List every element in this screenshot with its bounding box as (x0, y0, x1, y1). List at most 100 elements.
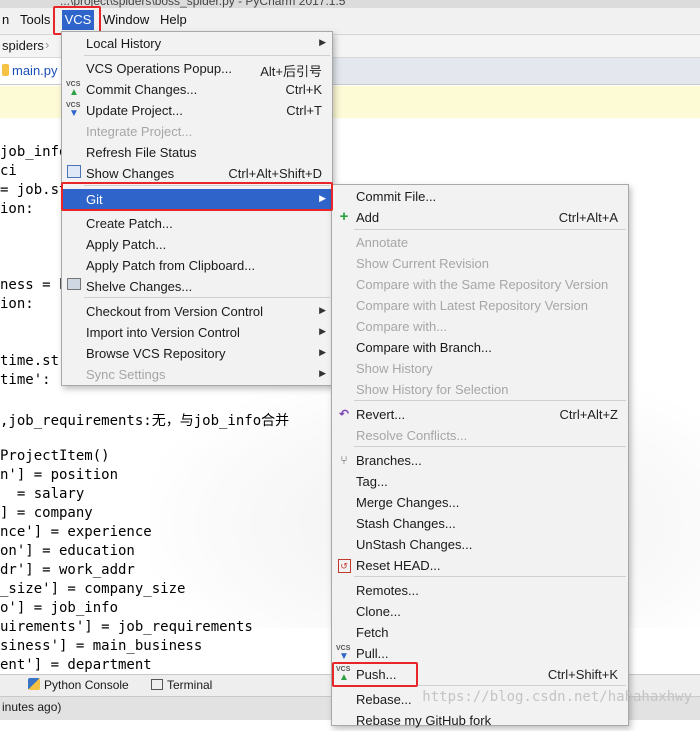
code-line: siness'] = main_business (0, 638, 203, 654)
reset-head-icon: ↺ (336, 557, 352, 573)
terminal-icon (151, 679, 163, 690)
git-item-add[interactable]: + Add Ctrl+Alt+A (332, 207, 628, 228)
vcs-item-checkout-from-version-control[interactable]: Checkout from Version Control ▶ (62, 301, 332, 322)
vcs-commit-icon: VCS ▲ (66, 81, 81, 98)
vcs-item-update-project[interactable]: VCS ▼ Update Project... Ctrl+T (62, 100, 332, 121)
git-item-resolve-conflicts[interactable]: Resolve Conflicts... (332, 425, 628, 446)
vcs-item-show-changes[interactable]: Show Changes Ctrl+Alt+Shift+D (62, 163, 332, 184)
revert-icon: ↶ (338, 407, 350, 421)
code-line: o'] = job_info (0, 600, 119, 616)
git-item-tag[interactable]: Tag... (332, 471, 628, 492)
git-item-shortcut: Ctrl+Alt+A (558, 210, 618, 225)
submenu-arrow-icon: ▶ (319, 368, 326, 378)
vcs-item-label: Create Patch... (86, 216, 173, 231)
menu-navigate-partial[interactable]: n (2, 12, 9, 27)
branches-icon: ⑂ (340, 453, 348, 467)
git-item-label: Branches... (356, 453, 422, 468)
git-item-label: Compare with... (356, 319, 448, 334)
git-item-reset-head[interactable]: ↺ Reset HEAD... (332, 555, 628, 576)
git-item-compare-with-latest-repository-version[interactable]: Compare with Latest Repository Version (332, 295, 628, 316)
git-item-label: Stash Changes... (356, 516, 456, 531)
vcs-item-vcs-operations-popup[interactable]: VCS Operations Popup... Alt+后引号 (62, 58, 332, 79)
git-item-revert[interactable]: ↶ Revert... Ctrl+Alt+Z (332, 404, 628, 425)
git-item-fetch[interactable]: Fetch (332, 622, 628, 643)
tab-main-py[interactable]: main.py (0, 58, 63, 84)
vcs-item-apply-patch-from-clipboard[interactable]: Apply Patch from Clipboard... (62, 255, 332, 276)
git-item-label: Resolve Conflicts... (356, 428, 468, 443)
vcs-item-local-history[interactable]: Local History ▶ (62, 33, 332, 54)
git-item-remotes[interactable]: Remotes... (332, 580, 628, 601)
code-line: ion: (0, 296, 34, 312)
code-line: ProjectItem() (0, 448, 110, 464)
git-item-commit-file[interactable]: Commit File... (332, 186, 628, 207)
vcs-item-commit-changes[interactable]: VCS ▲ Commit Changes... Ctrl+K (62, 79, 332, 100)
git-item-rebase-my-github-fork[interactable]: Rebase my GitHub fork (332, 710, 628, 731)
vcs-item-label: Checkout from Version Control (86, 304, 264, 319)
git-item-pull[interactable]: VCS ▼ Pull... (332, 643, 628, 664)
vcs-item-shelve-changes[interactable]: Shelve Changes... (62, 276, 332, 297)
python-console-icon (28, 678, 40, 690)
code-line: n'] = position (0, 467, 119, 483)
menu-separator (84, 55, 330, 56)
vcs-pull-icon: VCS ▼ (336, 645, 351, 662)
python-file-icon (2, 64, 9, 76)
python-console-tab[interactable]: Python Console (44, 678, 129, 692)
vcs-item-create-patch[interactable]: Create Patch... (62, 213, 332, 234)
code-line: job_info (0, 144, 68, 160)
submenu-arrow-icon: ▶ (319, 347, 326, 357)
vcs-item-shortcut: Alt+后引号 (260, 64, 322, 79)
git-item-label: Show History for Selection (356, 382, 509, 397)
vcs-item-label: Browse VCS Repository (86, 346, 226, 361)
git-item-label: Tag... (356, 474, 388, 489)
vcs-item-label: VCS Operations Popup... (86, 61, 232, 76)
git-item-compare-with-the-same-repository-version[interactable]: Compare with the Same Repository Version (332, 274, 628, 295)
breadcrumb-spiders[interactable]: spiders (2, 38, 44, 53)
code-line: ion: (0, 201, 34, 217)
git-item-label: Rebase... (356, 692, 412, 707)
code-line: ] = company (0, 505, 93, 521)
menu-help[interactable]: Help (160, 12, 187, 27)
menu-tools[interactable]: Tools (20, 12, 50, 27)
vcs-item-integrate-project[interactable]: Integrate Project... (62, 121, 332, 142)
code-line: = salary (0, 486, 85, 502)
vcs-item-import-into-version-control[interactable]: Import into Version Control ▶ (62, 322, 332, 343)
git-item-merge-changes[interactable]: Merge Changes... (332, 492, 628, 513)
git-item-compare-with[interactable]: Compare with... (332, 316, 628, 337)
vcs-item-browse-vcs-repository[interactable]: Browse VCS Repository ▶ (62, 343, 332, 364)
menu-separator (354, 229, 626, 230)
git-item-stash-changes[interactable]: Stash Changes... (332, 513, 628, 534)
git-item-compare-with-branch[interactable]: Compare with Branch... (332, 337, 628, 358)
highlight-push-box (332, 662, 418, 687)
git-item-shortcut: Ctrl+Alt+Z (559, 407, 618, 422)
git-item-unstash-changes[interactable]: UnStash Changes... (332, 534, 628, 555)
git-item-label: Compare with the Same Repository Version (356, 277, 609, 292)
vcs-item-label: Refresh File Status (86, 145, 197, 160)
git-item-label: Pull... (356, 646, 389, 661)
git-item-label: Clone... (356, 604, 401, 619)
git-item-label: Compare with Branch... (356, 340, 492, 355)
git-item-show-current-revision[interactable]: Show Current Revision (332, 253, 628, 274)
show-changes-icon (66, 165, 82, 181)
window-title-bar: ...\project\spiders\boss_spider.py - PyC… (0, 0, 700, 8)
vcs-item-apply-patch[interactable]: Apply Patch... (62, 234, 332, 255)
vcs-item-shortcut: Ctrl+T (286, 103, 322, 118)
git-item-label: Rebase my GitHub fork (356, 713, 492, 728)
chevron-right-icon: › (45, 37, 50, 52)
vcs-item-sync-settings[interactable]: Sync Settings ▶ (62, 364, 332, 385)
menu-window[interactable]: Window (103, 12, 149, 27)
code-line: on'] = education (0, 543, 135, 559)
git-item-clone[interactable]: Clone... (332, 601, 628, 622)
code-line: ci (0, 163, 17, 179)
code-line: uirements'] = job_requirements (0, 619, 253, 635)
menu-separator (354, 576, 626, 577)
git-item-show-history[interactable]: Show History (332, 358, 628, 379)
git-item-show-history-for-selection[interactable]: Show History for Selection (332, 379, 628, 400)
window-title: ...\project\spiders\boss_spider.py - PyC… (60, 0, 346, 8)
git-item-branches[interactable]: ⑂ Branches... (332, 450, 628, 471)
git-item-annotate[interactable]: Annotate (332, 232, 628, 253)
git-item-label: Reset HEAD... (356, 558, 441, 573)
vcs-item-refresh-file-status[interactable]: Refresh File Status (62, 142, 332, 163)
code-line: time': (0, 372, 51, 388)
terminal-tab[interactable]: Terminal (167, 678, 212, 692)
vcs-item-label: Apply Patch from Clipboard... (86, 258, 256, 273)
